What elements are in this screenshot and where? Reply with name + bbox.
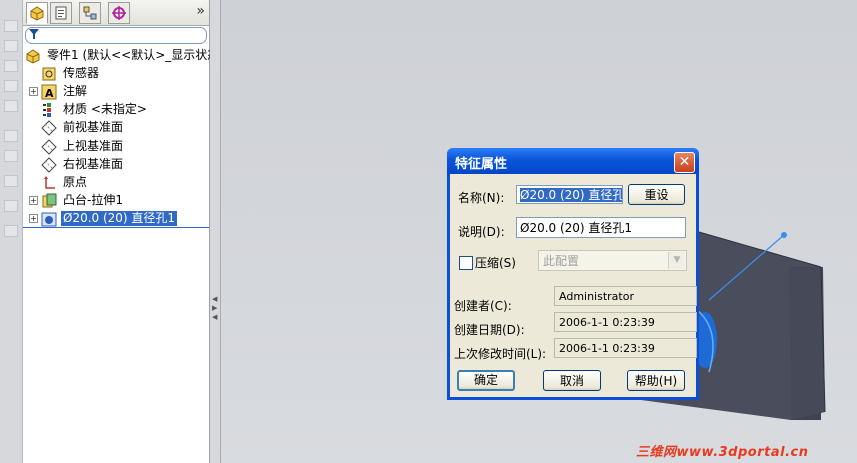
tab-dimxpert-manager[interactable] xyxy=(108,2,130,24)
expand-toggle-icon[interactable]: + xyxy=(29,87,38,96)
description-field[interactable]: Ø20.0 (20) 直径孔1 xyxy=(516,217,686,238)
description-label: 说明(D): xyxy=(458,225,505,239)
tree-filter-input[interactable] xyxy=(25,27,207,44)
strip-icon[interactable] xyxy=(4,100,18,112)
dialog-title: 特征属性 xyxy=(455,157,508,172)
tree-item-label: 右视基准面 xyxy=(63,157,124,171)
configuration-manager-icon xyxy=(83,6,97,20)
tab-configuration-manager[interactable] xyxy=(79,2,101,24)
tree-item-label: Ø20.0 (20) 直径孔1 xyxy=(61,211,178,226)
creator-value: Administrator xyxy=(554,286,697,306)
axis-endpoint xyxy=(781,232,787,238)
left-icon-strip xyxy=(0,0,23,463)
tree-item[interactable]: + Ø20.0 (20) 直径孔1 xyxy=(23,210,209,228)
tree-item-label: 凸台-拉伸1 xyxy=(63,193,123,207)
expand-panel-icon[interactable]: » xyxy=(196,3,205,19)
strip-icon[interactable] xyxy=(4,225,18,237)
plane-icon xyxy=(41,120,57,136)
tree-item[interactable]: 零件1 (默认<<默认>_显示状态 xyxy=(23,47,219,65)
feature-manager-tree: » 零件1 (默认<<默认>_显示状态传感器 + A 注解材质 <未指定> 前视基准面上… xyxy=(23,0,219,463)
name-label: 名称(N): xyxy=(458,191,505,205)
selection-underline xyxy=(23,227,209,228)
feature-manager-icon xyxy=(30,6,44,21)
chevron-down-icon: ▼ xyxy=(668,252,685,269)
tree-item[interactable]: 传感器 xyxy=(23,65,209,83)
tree-item[interactable]: 上视基准面 xyxy=(23,138,209,156)
creator-label: 创建者(C): xyxy=(454,299,512,313)
extrude-icon xyxy=(41,193,57,209)
strip-icon[interactable] xyxy=(4,80,18,92)
svg-text:A: A xyxy=(45,87,54,100)
tree-item-label: 原点 xyxy=(63,175,88,189)
created-date-label: 创建日期(D): xyxy=(454,323,525,337)
feature-manager-toolbar: » xyxy=(23,0,209,26)
tree-item-label: 零件1 (默认<<默认>_显示状态 xyxy=(47,48,220,62)
tree-item[interactable]: + A 注解 xyxy=(23,83,209,101)
tree-item[interactable]: 右视基准面 xyxy=(23,156,209,174)
help-button[interactable]: 帮助(H) xyxy=(627,370,685,391)
plane-icon xyxy=(41,157,57,173)
tab-property-manager[interactable] xyxy=(50,2,72,24)
strip-icon[interactable] xyxy=(4,200,18,212)
tree-item-label: 上视基准面 xyxy=(63,139,124,153)
material-icon xyxy=(41,102,57,118)
expand-toggle-icon[interactable]: + xyxy=(29,214,38,223)
modified-date-value: 2006-1-1 0:23:39 xyxy=(554,338,697,358)
suppress-label: 压缩(S) xyxy=(475,256,516,270)
suppress-checkbox[interactable] xyxy=(459,256,473,270)
origin-icon xyxy=(41,175,57,191)
configuration-value: 此配置 xyxy=(543,254,580,268)
tree-item[interactable]: 原点 xyxy=(23,174,209,192)
annotation-icon: A xyxy=(41,84,57,100)
block-side-face xyxy=(789,267,825,420)
sensor-icon xyxy=(41,66,57,82)
feature-properties-dialog: 特征属性 ✕ 名称(N): Ø20.0 (20) 直径孔1 重设 说明(D): … xyxy=(447,148,699,400)
dialog-titlebar[interactable]: 特征属性 ✕ xyxy=(447,148,699,174)
expand-toggle-icon[interactable]: + xyxy=(29,196,38,205)
strip-icon[interactable] xyxy=(4,40,18,52)
close-icon[interactable]: ✕ xyxy=(674,152,695,173)
plane-icon xyxy=(41,139,57,155)
strip-icon[interactable] xyxy=(4,175,18,187)
strip-icon[interactable] xyxy=(4,60,18,72)
name-field-value: Ø20.0 (20) 直径孔1 xyxy=(520,188,622,202)
created-date-value: 2006-1-1 0:23:39 xyxy=(554,312,697,332)
tree-item-label: 材质 <未指定> xyxy=(63,102,147,116)
property-manager-icon xyxy=(55,6,67,20)
part-icon xyxy=(25,48,41,64)
ok-button[interactable]: 确定 xyxy=(457,370,515,391)
tree-item[interactable]: 材质 <未指定> xyxy=(23,101,209,119)
tree-item-label: 注解 xyxy=(63,84,88,98)
filter-icon xyxy=(29,29,39,43)
cancel-button[interactable]: 取消 xyxy=(543,370,601,391)
modified-date-label: 上次修改时间(L): xyxy=(454,347,547,361)
configuration-select: 此配置 ▼ xyxy=(538,250,687,271)
splitter-grip-icon[interactable]: ◀ ▶ ◀ xyxy=(212,295,218,323)
strip-icon[interactable] xyxy=(4,150,18,162)
tree-item[interactable]: 前视基准面 xyxy=(23,119,209,137)
dimxpert-manager-icon xyxy=(112,6,126,20)
tree-item[interactable]: + 凸台-拉伸1 xyxy=(23,192,209,210)
strip-icon[interactable] xyxy=(4,130,18,142)
hole-icon xyxy=(41,211,57,227)
strip-icon[interactable] xyxy=(4,20,18,32)
name-field[interactable]: Ø20.0 (20) 直径孔1 xyxy=(516,185,623,204)
tree-item-label: 前视基准面 xyxy=(63,120,124,134)
reset-button[interactable]: 重设 xyxy=(628,184,685,205)
panel-splitter[interactable]: ◀ ▶ ◀ xyxy=(210,0,221,463)
tab-feature-manager[interactable] xyxy=(26,2,48,24)
dialog-body: 名称(N): Ø20.0 (20) 直径孔1 重设 说明(D): Ø20.0 (… xyxy=(450,174,697,397)
tree-item-label: 传感器 xyxy=(63,66,100,80)
watermark-text: 三维网www.3dportal.cn xyxy=(636,445,809,460)
